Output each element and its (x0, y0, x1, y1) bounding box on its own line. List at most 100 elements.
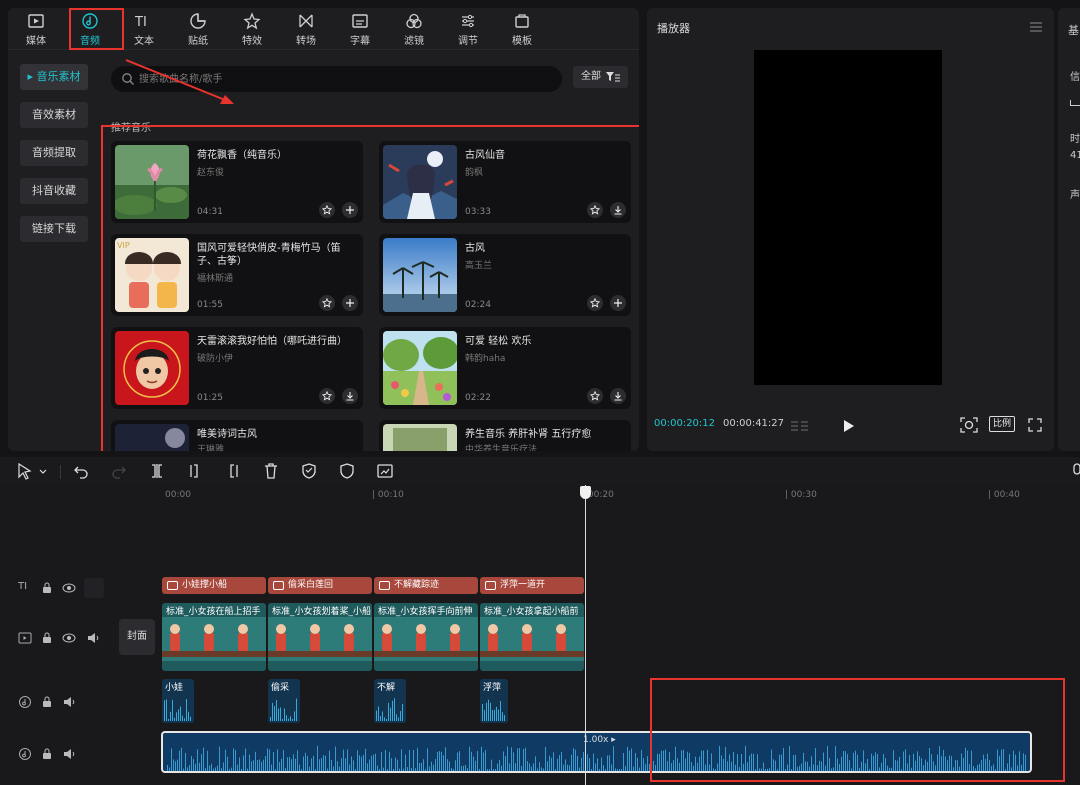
video-clip[interactable]: 标准_小女孩划着桨_小船 (268, 603, 372, 671)
waveform-bar (773, 759, 774, 771)
waveform-bar (343, 749, 344, 771)
timeline-grid-icon[interactable] (790, 420, 810, 432)
freeze-shield-icon[interactable] (300, 462, 318, 480)
waveform-bar (873, 755, 874, 771)
voice-clip[interactable]: 偷采 (268, 679, 300, 723)
video-clip[interactable]: 标准_小女孩挥手向前伸 (374, 603, 478, 671)
waveform-bar (693, 765, 694, 771)
waveform-bar (1009, 754, 1010, 771)
waveform-bar (301, 769, 302, 771)
waveform-bar (571, 754, 572, 771)
text-clip[interactable]: 浮萍一道开 (480, 577, 584, 594)
waveform-bar (607, 755, 608, 771)
text-track-icon: TI (18, 581, 28, 592)
waveform-bar (284, 708, 285, 721)
tick-label-text: 00:20 (587, 490, 614, 500)
screenshot-icon[interactable] (960, 417, 978, 433)
waveform-bar (285, 767, 286, 771)
ratio-button[interactable]: 比例 (989, 416, 1015, 432)
waveform-bar (327, 768, 328, 771)
waveform-bar (539, 762, 540, 771)
waveform-bar (833, 767, 834, 771)
lock-icon[interactable] (40, 631, 54, 645)
waveform-bar (543, 768, 544, 771)
fullscreen-icon[interactable] (1028, 418, 1042, 432)
speaker-icon[interactable] (62, 695, 76, 709)
waveform-bar (645, 764, 646, 771)
waveform-bar (385, 749, 386, 771)
waveform-bar (421, 762, 422, 771)
redo-icon[interactable] (110, 462, 128, 480)
waveform-bar (819, 760, 820, 771)
chevron-down-icon[interactable] (38, 462, 48, 480)
playhead-handle[interactable] (580, 486, 591, 499)
mask-shield-icon[interactable] (338, 462, 356, 480)
waveform-bar (498, 709, 499, 721)
trim-right-icon[interactable] (224, 462, 242, 480)
waveform-bar (869, 769, 870, 771)
waveform-bar (296, 698, 297, 721)
waveform-bar (307, 756, 308, 771)
trim-left-icon[interactable] (186, 462, 204, 480)
music-clip[interactable]: 1.00x ▸ (161, 731, 1032, 773)
voice-clip-label: 偷采 (271, 683, 290, 693)
menu-icon[interactable] (1030, 22, 1042, 32)
video-clip-label: 标准_小女孩在船上招手 (166, 607, 261, 617)
waveform-bar (669, 751, 670, 771)
text-clip[interactable]: 偷采白莲回 (268, 577, 372, 594)
tick-label: | 00:30 (785, 490, 817, 500)
auto-crop-icon[interactable] (376, 462, 394, 480)
eye-icon[interactable] (62, 581, 76, 595)
waveform-bar (841, 756, 842, 771)
waveform-bar (249, 754, 250, 771)
waveform-bar (547, 761, 548, 771)
undo-icon[interactable] (72, 462, 90, 480)
waveform-bar (787, 764, 788, 771)
waveform-bar (349, 764, 350, 771)
voice-clip[interactable]: 浮萍 (480, 679, 508, 723)
waveform-bar (384, 717, 385, 721)
waveform-bar (311, 758, 312, 771)
eye-icon[interactable] (62, 631, 76, 645)
cover-button[interactable]: 封面 (119, 619, 155, 655)
waveform-bar (921, 758, 922, 771)
video-clip[interactable]: 标准_小女孩拿起小船前 (480, 603, 584, 671)
delete-icon[interactable] (262, 462, 280, 480)
waveform-bar (409, 749, 410, 771)
waveform-bar (400, 710, 401, 721)
waveform-bar (505, 756, 506, 771)
speaker-icon[interactable] (62, 747, 76, 761)
video-preview[interactable] (754, 50, 942, 385)
text-clip[interactable]: 小娃撑小船 (162, 577, 266, 594)
text-clip[interactable]: 不解藏踪迹 (374, 577, 478, 594)
waveform-bar (382, 711, 383, 721)
waveform-bar (347, 749, 348, 771)
waveform-bar (533, 763, 534, 771)
waveform-bar (719, 745, 720, 771)
video-clip[interactable]: 标准_小女孩在船上招手 (162, 603, 266, 671)
text-clip-icon (273, 581, 284, 590)
play-icon[interactable] (843, 419, 855, 433)
lock-icon[interactable] (40, 581, 54, 595)
waveform-bar (376, 710, 377, 721)
voice-clip[interactable]: 小娃 (162, 679, 194, 723)
microphone-icon[interactable] (1068, 462, 1080, 480)
waveform-bar (567, 764, 568, 771)
voice-clip[interactable]: 不解 (374, 679, 406, 723)
waveform-bar (223, 762, 224, 771)
time-ruler[interactable]: 00:00 | 00:10 | 00:20 | 00:30 | 00:40 (162, 485, 1080, 507)
waveform-bar (655, 765, 656, 771)
waveform-bar (469, 746, 470, 771)
waveform-bar (229, 769, 230, 771)
split-icon[interactable] (148, 462, 166, 480)
lock-icon[interactable] (40, 747, 54, 761)
waveform-bar (209, 765, 210, 771)
waveform-bar (777, 769, 778, 771)
playhead[interactable] (585, 485, 586, 785)
waveform-bar (1005, 769, 1006, 771)
select-cursor-icon[interactable] (16, 462, 34, 480)
speaker-icon[interactable] (86, 631, 100, 645)
lock-icon[interactable] (40, 695, 54, 709)
waveform-bar (497, 763, 498, 771)
waveform-bar (445, 747, 446, 771)
